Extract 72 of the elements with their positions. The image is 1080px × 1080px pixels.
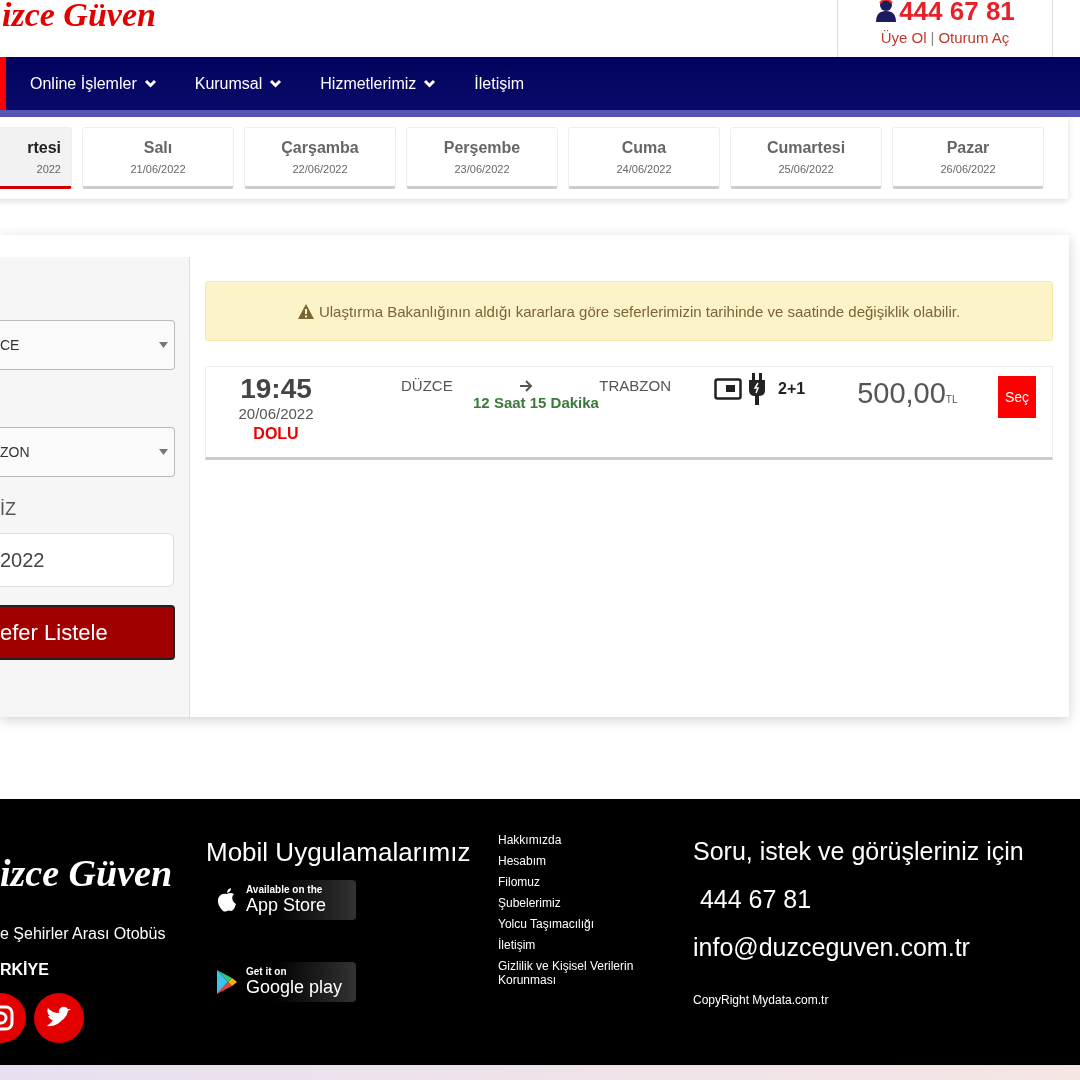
contact-email: info@duzceguven.com.tr: [693, 933, 971, 962]
day-date: 2022: [36, 163, 61, 175]
day-name: Perşembe: [443, 139, 521, 157]
day-tab[interactable]: Cumartesi 25/06/2022: [730, 127, 882, 189]
register-link[interactable]: Üye Ol: [880, 29, 927, 46]
price: 500,00: [857, 377, 946, 409]
footer-logo: izce Güven: [0, 851, 174, 895]
login-link[interactable]: Oturum Aç: [938, 29, 1010, 46]
arrival-select[interactable]: ZON: [0, 427, 175, 477]
arrow-right-icon: [519, 379, 533, 392]
separator: |: [930, 29, 935, 46]
contact-heading: Soru, istek ve görüşleriniz için: [693, 837, 1025, 866]
day-date: 26/06/2022: [940, 163, 996, 175]
footer-link[interactable]: Hakkımızda: [498, 833, 693, 847]
day-date: 25/06/2022: [778, 163, 834, 175]
tagline: e Şehirler Arası Otobüs: [0, 925, 167, 943]
instagram-icon[interactable]: [0, 993, 26, 1043]
footer-link[interactable]: Şubelerimiz: [498, 896, 693, 910]
warning-icon: [297, 303, 314, 319]
day-tab[interactable]: Salı 21/06/2022: [82, 127, 234, 189]
trip-status: DOLU: [253, 425, 299, 443]
footer-link[interactable]: Filomuz: [498, 875, 693, 889]
play-store-icon: [216, 969, 238, 995]
apps-heading: Mobil Uygulamalarımız: [206, 837, 472, 868]
trip-date: 20/06/2022: [238, 405, 314, 422]
day-name: rtesi: [27, 139, 61, 157]
copyright: CopyRight Mydata.com.tr: [693, 993, 830, 1007]
day-tab[interactable]: Pazar 26/06/2022: [892, 127, 1044, 189]
departure-select[interactable]: CE: [0, 320, 175, 370]
screen-icon: [714, 378, 742, 400]
country: RKİYE: [0, 961, 50, 979]
trip-duration: 12 Saat 15 Dakika: [473, 394, 599, 411]
footer-link[interactable]: Gizlilik ve Kişisel Verilerin Korunması: [498, 959, 693, 987]
date-label: İZ: [0, 499, 17, 520]
contact-phone: 444 67 81: [698, 885, 813, 914]
day-tab[interactable]: Perşembe 23/06/2022: [406, 127, 558, 189]
day-tab[interactable]: rtesi 2022: [0, 127, 72, 189]
currency: TL: [945, 394, 958, 405]
day-tab[interactable]: Cuma 24/06/2022: [568, 127, 720, 189]
origin-city: DÜZCE: [401, 377, 453, 394]
caret-down-icon: [159, 449, 168, 455]
day-name: Cuma: [621, 139, 667, 157]
footer-link[interactable]: Hesabım: [498, 854, 693, 868]
caret-down-icon: [159, 342, 168, 348]
nav-menu-item[interactable]: İletişim: [474, 74, 525, 93]
nav-menu-item[interactable]: Online İşlemler: [30, 74, 157, 93]
twitter-icon[interactable]: [34, 993, 84, 1043]
day-date: 23/06/2022: [454, 163, 510, 175]
day-name: Pazar: [946, 139, 990, 157]
power-plug-icon: [748, 373, 766, 405]
footer-link[interactable]: Yolcu Taşımacılığı: [498, 917, 693, 931]
day-name: Cumartesi: [766, 139, 846, 157]
day-date: 24/06/2022: [616, 163, 672, 175]
day-tab[interactable]: Çarşamba 22/06/2022: [244, 127, 396, 189]
notice-text: Ulaştırma Bakanlığının aldığı kararlara göre seferlerimizin tarihinde ve saatinde değişiklik olabilir.: [318, 302, 961, 320]
day-date: 22/06/2022: [292, 163, 348, 175]
nav-menu-item[interactable]: Kurumsal: [194, 74, 283, 93]
destination-city: TRABZON: [599, 377, 671, 394]
logo[interactable]: izce Güven: [0, 0, 156, 30]
phone-number: 444 67 81: [899, 0, 1015, 22]
date-field[interactable]: 2022: [0, 533, 174, 587]
day-name: Çarşamba: [281, 139, 359, 157]
support-agent-icon: [875, 0, 898, 22]
apple-icon: [216, 887, 238, 913]
departure-time: 19:45: [240, 373, 312, 405]
day-date: 21/06/2022: [130, 163, 186, 175]
seating-layout: 2+1: [778, 380, 806, 398]
footer-link[interactable]: İletişim: [498, 938, 693, 952]
list-trips-button[interactable]: efer Listele: [0, 605, 175, 660]
day-name: Salı: [143, 139, 173, 157]
select-button[interactable]: Seç: [998, 376, 1036, 418]
nav-menu-item[interactable]: Hizmetlerimiz: [320, 74, 437, 93]
